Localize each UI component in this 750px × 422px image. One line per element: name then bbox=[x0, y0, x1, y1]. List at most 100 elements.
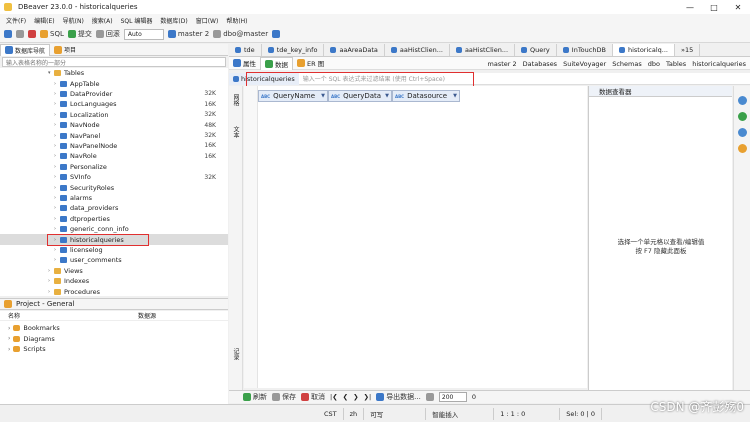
editor-tab[interactable]: tde_key_info bbox=[262, 44, 325, 56]
connection-select[interactable]: master 2 bbox=[167, 30, 209, 38]
editor-tab[interactable]: aaHistClien... bbox=[450, 44, 516, 56]
tree-node[interactable]: › Indexes bbox=[0, 276, 228, 286]
column-filter-icon[interactable]: ▼ bbox=[321, 93, 325, 99]
tree-node[interactable]: › data_providers bbox=[0, 203, 228, 213]
next-page-icon[interactable]: ❯ bbox=[353, 393, 358, 401]
tree-node[interactable]: › NavPanelNode 16K bbox=[0, 141, 228, 151]
menu-item[interactable]: 编辑(E) bbox=[34, 16, 54, 25]
tree-node[interactable]: ▾ Tables bbox=[0, 68, 228, 78]
editor-tab-label: tde_key_info bbox=[276, 46, 318, 54]
tree-node[interactable]: › Procedures bbox=[0, 286, 228, 296]
editor-tab[interactable]: InTouchDB bbox=[557, 44, 613, 56]
refresh-button[interactable]: 刷新 bbox=[243, 392, 267, 402]
grid-column-header[interactable]: ABC QueryData ▼ bbox=[328, 90, 392, 102]
grid-column-header[interactable]: ABC QueryName ▼ bbox=[258, 90, 328, 102]
breadcrumb-item[interactable]: master 2 bbox=[488, 60, 517, 68]
cancel-button[interactable]: 取消 bbox=[301, 392, 325, 402]
fetch-size-input[interactable]: 200 bbox=[438, 392, 467, 402]
column-filter-icon[interactable]: ▼ bbox=[453, 93, 457, 99]
search-icon[interactable] bbox=[272, 30, 281, 38]
status-position: 1 : 1 : 0 bbox=[494, 407, 561, 420]
menu-item[interactable]: 数据库(D) bbox=[160, 16, 187, 25]
last-page-icon[interactable]: ❯| bbox=[364, 393, 372, 401]
tree-node[interactable]: › NavPanel 32K bbox=[0, 130, 228, 140]
tree-node[interactable]: › SecurityRoles bbox=[0, 182, 228, 192]
rollback-button[interactable]: 回滚 bbox=[95, 29, 120, 39]
project-item[interactable]: › Bookmarks bbox=[8, 323, 60, 333]
close-icon[interactable]: ✕ bbox=[726, 0, 750, 14]
tabs-overflow-button[interactable]: »15 bbox=[675, 44, 701, 56]
sql-editor-button[interactable]: SQL bbox=[40, 30, 64, 38]
tab-data[interactable]: 数据 bbox=[260, 56, 293, 70]
tree-node[interactable]: › Views bbox=[0, 266, 228, 276]
tree-node[interactable]: › Personalize bbox=[0, 162, 228, 172]
chevron-right-icon[interactable]: › bbox=[8, 346, 10, 353]
schema-select[interactable]: dbo@master bbox=[213, 30, 268, 38]
editor-tab[interactable]: aaAreaData bbox=[324, 44, 385, 56]
menu-item[interactable]: SQL 编辑器 bbox=[121, 16, 153, 25]
stop-icon[interactable] bbox=[28, 30, 36, 38]
chevron-right-icon[interactable]: › bbox=[8, 335, 10, 342]
menu-item[interactable]: 文件(F) bbox=[6, 16, 26, 25]
maximize-icon[interactable]: □ bbox=[702, 0, 726, 14]
menu-item[interactable]: 帮助(H) bbox=[226, 16, 247, 25]
first-page-icon[interactable]: |❮ bbox=[330, 393, 338, 401]
tree-node[interactable]: › AppTable bbox=[0, 78, 228, 88]
minimize-icon[interactable]: — bbox=[678, 0, 702, 14]
save-button[interactable]: 保存 bbox=[272, 392, 296, 402]
tree-node[interactable]: › SVInfo 32K bbox=[0, 172, 228, 182]
menu-item[interactable]: 搜索(A) bbox=[92, 16, 113, 25]
panel-icon-4[interactable] bbox=[738, 144, 747, 153]
export-data-button[interactable]: 导出数据... bbox=[376, 392, 421, 402]
breadcrumb-item[interactable]: SuiteVoyager bbox=[563, 60, 606, 68]
breadcrumb-item[interactable]: Schemas bbox=[612, 60, 642, 68]
tree-node[interactable]: › NavNode 48K bbox=[0, 120, 228, 130]
project-item-label: Bookmarks bbox=[23, 324, 60, 332]
breadcrumb-item[interactable]: dbo bbox=[648, 60, 660, 68]
column-filter-icon[interactable]: ▼ bbox=[385, 93, 389, 99]
tree-node[interactable]: › NavRole 16K bbox=[0, 151, 228, 161]
settings-icon[interactable] bbox=[425, 393, 434, 401]
breadcrumb-item[interactable]: Databases bbox=[523, 60, 557, 68]
tree-node[interactable]: › user_comments bbox=[0, 255, 228, 265]
editor-tab[interactable]: tde bbox=[229, 44, 262, 56]
tree-node[interactable]: › licenselog bbox=[0, 245, 228, 255]
panel-icon-3[interactable] bbox=[738, 128, 747, 137]
disconnect-icon[interactable] bbox=[16, 30, 24, 38]
prev-page-icon[interactable]: ❮ bbox=[343, 393, 348, 401]
results-grid[interactable]: ABC QueryName ▼ ABC QueryData ▼ ABC Datasource ▼ bbox=[244, 86, 587, 388]
grid-mode-tab[interactable]: 网格 bbox=[231, 94, 240, 106]
table-icon bbox=[60, 257, 67, 264]
tab-er-diagram[interactable]: ER 图 bbox=[293, 57, 328, 70]
editor-tab[interactable]: aaHistClien... bbox=[385, 44, 450, 56]
project-item[interactable]: › Diagrams bbox=[8, 334, 55, 344]
tab-projects[interactable]: 项目 bbox=[50, 44, 80, 56]
tree-node[interactable]: › DataProvider 32K bbox=[0, 89, 228, 99]
tree-node[interactable]: › alarms bbox=[0, 193, 228, 203]
tree-node[interactable]: › Localization 32K bbox=[0, 110, 228, 120]
editor-tab[interactable]: Query bbox=[515, 44, 557, 56]
grid-column-header[interactable]: ABC Datasource ▼ bbox=[392, 90, 460, 102]
chevron-right-icon[interactable]: › bbox=[8, 325, 10, 332]
project-item[interactable]: › Scripts bbox=[8, 344, 46, 354]
transaction-mode-select[interactable]: Auto bbox=[123, 28, 164, 40]
tree-node[interactable]: › dtproperties bbox=[0, 214, 228, 224]
table-icon bbox=[60, 80, 67, 87]
connect-icon[interactable] bbox=[4, 30, 12, 38]
breadcrumb-item[interactable]: historicalqueries bbox=[692, 60, 746, 68]
menu-item[interactable]: 导航(N) bbox=[63, 16, 84, 25]
text-mode-tab[interactable]: 文本 bbox=[231, 126, 240, 138]
editor-tab[interactable]: historicalq... bbox=[612, 44, 675, 56]
tab-properties[interactable]: 属性 bbox=[229, 57, 260, 70]
commit-button[interactable]: 提交 bbox=[67, 29, 92, 39]
menu-item[interactable]: 窗口(W) bbox=[196, 16, 219, 25]
tree-node[interactable]: › generic_conn_info bbox=[0, 224, 228, 234]
table-filter-input[interactable]: 输入表格名称的一部分 bbox=[2, 57, 226, 67]
export-icon bbox=[376, 393, 385, 401]
record-mode-tab[interactable]: 记录 bbox=[231, 348, 240, 360]
panel-icon-1[interactable] bbox=[738, 96, 747, 105]
breadcrumb-item[interactable]: Tables bbox=[666, 60, 686, 68]
tree-node[interactable]: › LocLanguages 16K bbox=[0, 99, 228, 109]
tab-database-navigator[interactable]: 数据库导航 bbox=[0, 43, 51, 56]
panel-icon-2[interactable] bbox=[738, 112, 747, 121]
